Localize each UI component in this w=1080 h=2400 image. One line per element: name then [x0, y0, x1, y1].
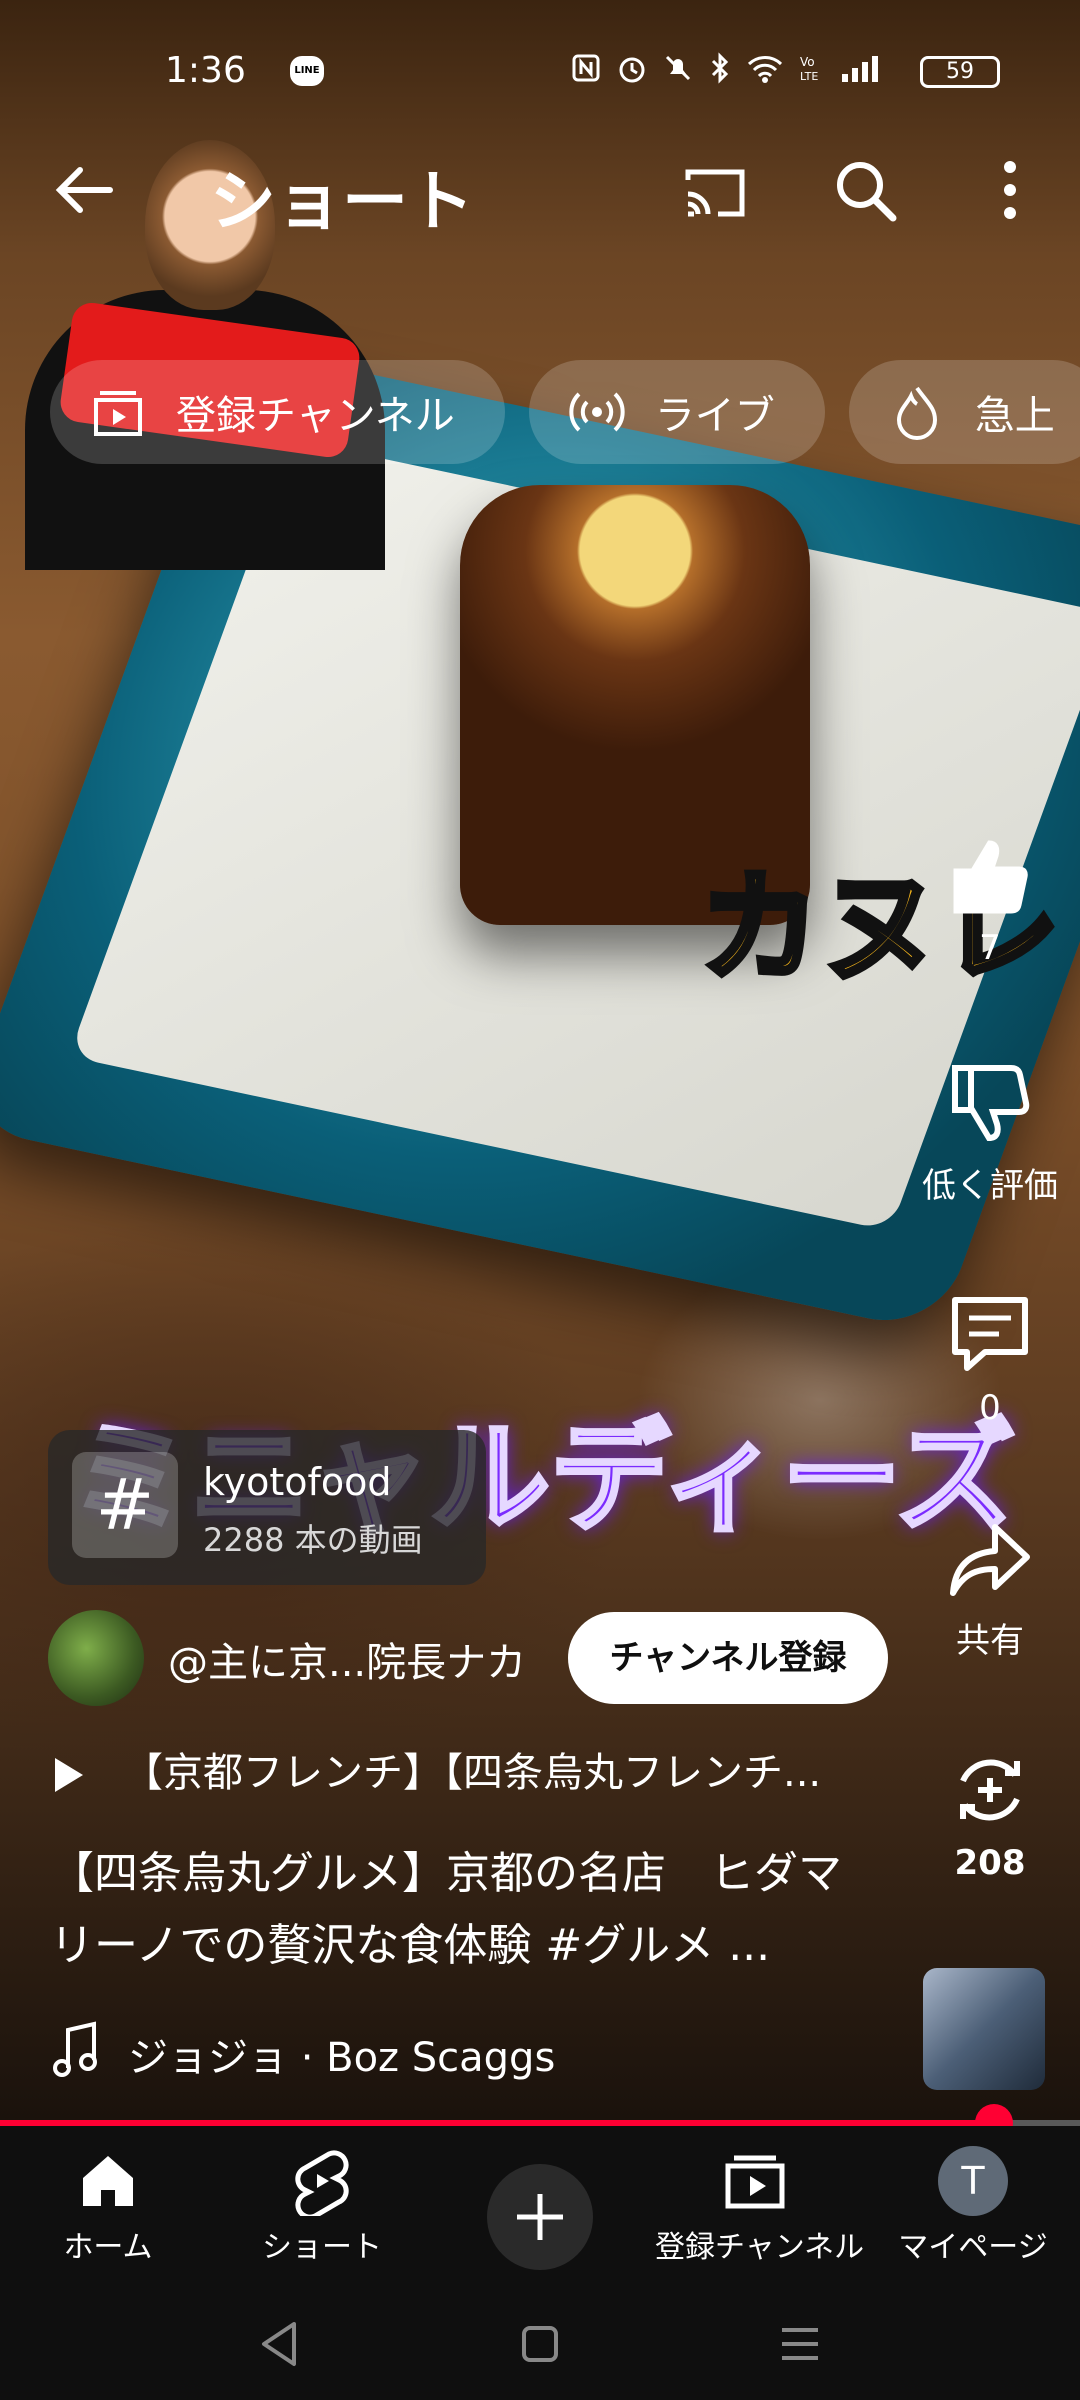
filter-chips: 登録チャンネル ライブ 急上	[50, 360, 1080, 464]
system-menu-icon[interactable]	[770, 2314, 830, 2374]
cast-icon[interactable]	[680, 158, 750, 228]
thumbs-down-icon	[952, 1065, 1030, 1142]
mute-icon	[665, 55, 691, 81]
dislike-label: 低く評価	[922, 1166, 1058, 1206]
nav-shorts-label: ショート	[262, 2230, 382, 2265]
music-info[interactable]: ジョジョ · Boz Scaggs	[128, 2025, 555, 2083]
subscriptions-icon	[725, 2155, 785, 2209]
share-button[interactable]: 共有	[910, 1515, 1070, 1662]
video-description[interactable]: 【四条烏丸グルメ】京都の名店 ヒダマリーノでの贅沢な食体験 #グルメ ...	[50, 1838, 880, 1982]
nav-my-page-label: マイページ	[898, 2230, 1048, 2265]
nfc-icon	[572, 54, 600, 82]
subscriptions-icon	[94, 391, 142, 436]
chip-label: 急上	[974, 393, 1055, 439]
status-time: 1:36	[165, 50, 246, 91]
chip-label: 登録チャンネル	[176, 393, 455, 439]
comment-icon	[952, 1297, 1028, 1371]
avatar-icon: T	[938, 2146, 1008, 2216]
signal-icon	[842, 56, 878, 82]
chip-subscriptions[interactable]: 登録チャンネル	[50, 360, 505, 464]
hashtag-name: kyotofood	[203, 1460, 392, 1504]
create-button[interactable]	[487, 2164, 593, 2270]
remix-count: 208	[954, 1843, 1026, 1883]
svg-text:LTE: LTE	[800, 70, 818, 83]
page-title: ショート	[210, 163, 474, 240]
trending-icon	[896, 386, 937, 440]
music-thumbnail[interactable]	[923, 1968, 1045, 2090]
comment-count: 0	[979, 1388, 1001, 1428]
chip-live[interactable]: ライブ	[528, 360, 825, 464]
bottom-navigation: ホーム ショート 登録チャンネル T マイページ	[0, 2126, 1080, 2286]
search-icon[interactable]	[830, 155, 900, 225]
like-button[interactable]: 7	[910, 830, 1070, 968]
thumbs-up-icon	[953, 840, 1028, 914]
battery-indicator: 59	[920, 56, 1000, 88]
wifi-icon	[747, 56, 783, 83]
related-video-link[interactable]: 【京都フレンチ】【四条烏丸フレンチ...	[55, 1740, 821, 1798]
system-navigation	[0, 2286, 1080, 2400]
nav-subscriptions[interactable]: 登録チャンネル	[655, 2146, 865, 2266]
hashtag-video-count: 2288 本の動画	[203, 1521, 423, 1559]
dislike-button[interactable]: 低く評価	[910, 1060, 1070, 1207]
chip-trending[interactable]: 急上	[848, 360, 1080, 464]
nav-shorts[interactable]: ショート	[222, 2146, 422, 2266]
live-icon	[569, 392, 625, 432]
home-icon	[83, 2156, 133, 2206]
plus-icon	[517, 2194, 563, 2240]
svg-text:Vo: Vo	[800, 55, 815, 69]
chip-label: ライブ	[654, 393, 775, 439]
system-home-icon[interactable]	[510, 2314, 570, 2374]
related-video-title: 【京都フレンチ】【四条烏丸フレンチ...	[123, 1750, 822, 1796]
back-arrow-icon[interactable]	[50, 155, 120, 225]
nav-my-page[interactable]: T マイページ	[873, 2146, 1073, 2266]
status-bar: 1:36 LINE Vo LTE 59	[0, 0, 1080, 140]
nav-home[interactable]: ホーム	[8, 2146, 208, 2266]
music-note-icon	[53, 2021, 97, 2077]
nav-subscriptions-label: 登録チャンネル	[655, 2230, 865, 2265]
remix-button[interactable]: 208	[910, 1745, 1070, 1883]
more-options-icon[interactable]	[975, 155, 1045, 225]
channel-avatar[interactable]	[48, 1610, 144, 1706]
like-count: 7	[979, 928, 1001, 968]
system-back-icon[interactable]	[250, 2314, 310, 2374]
line-app-icon: LINE	[290, 56, 324, 86]
shorts-icon	[295, 2150, 349, 2216]
bluetooth-icon	[711, 52, 729, 84]
share-icon	[950, 1524, 1030, 1596]
play-icon	[55, 1758, 83, 1792]
alarm-icon	[619, 57, 645, 83]
remix-icon	[960, 1759, 1020, 1821]
comments-button[interactable]: 0	[910, 1290, 1070, 1428]
subscribe-button[interactable]: チャンネル登録	[568, 1612, 888, 1704]
channel-name[interactable]: @主に京...院長ナカ	[168, 1630, 526, 1688]
volte-icon: VoLTE	[800, 55, 818, 83]
share-label: 共有	[956, 1621, 1024, 1661]
hashtag-icon: #	[72, 1452, 178, 1558]
nav-home-label: ホーム	[63, 2230, 153, 2265]
hashtag-card[interactable]: # kyotofood 2288 本の動画	[48, 1430, 486, 1585]
